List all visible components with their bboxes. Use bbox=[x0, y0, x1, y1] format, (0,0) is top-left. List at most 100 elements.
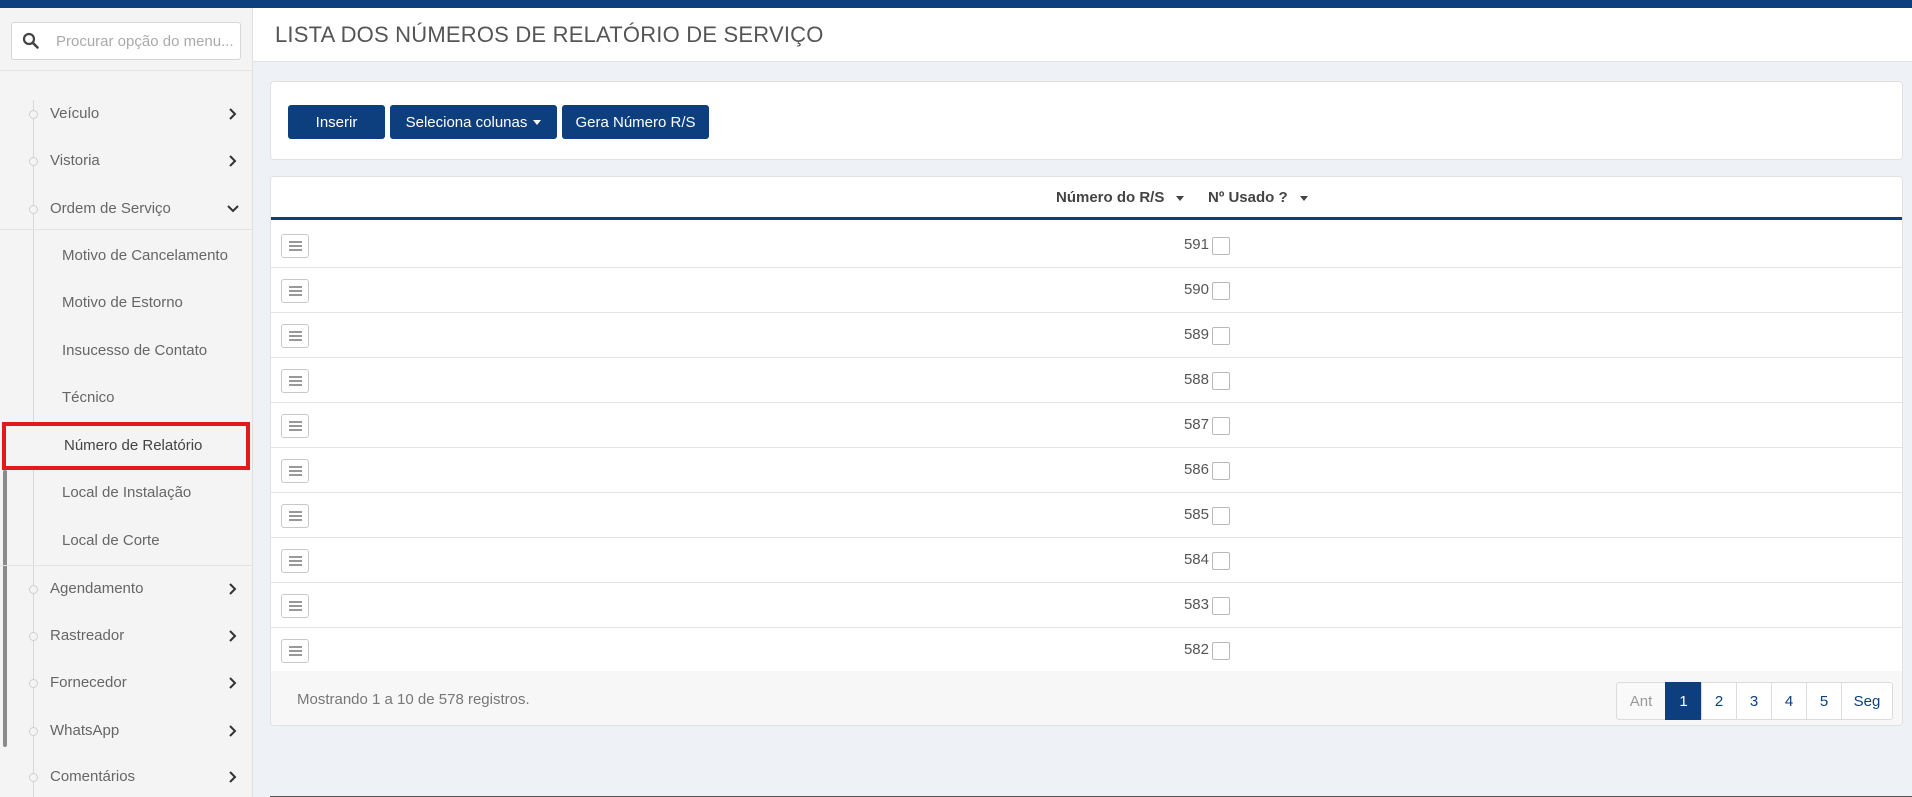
menu-bar bbox=[289, 654, 302, 656]
menu-bar bbox=[289, 564, 302, 566]
chevron-right-icon bbox=[229, 155, 237, 167]
menu-bar bbox=[289, 376, 302, 378]
sidebar-item-vistoria[interactable]: Vistoria bbox=[0, 141, 253, 181]
sidebar-subitem-motivo-cancelamento[interactable]: Motivo de Cancelamento bbox=[0, 236, 253, 276]
sidebar-subitem-label: Motivo de Cancelamento bbox=[62, 247, 228, 264]
sidebar-item-comentarios[interactable]: Comentários bbox=[0, 757, 253, 797]
menu-search[interactable] bbox=[11, 22, 241, 60]
pagination-next[interactable]: Seg bbox=[1841, 682, 1893, 720]
row-menu-icon[interactable] bbox=[281, 594, 309, 618]
used-checkbox[interactable] bbox=[1212, 642, 1230, 660]
pagination-page-5[interactable]: 5 bbox=[1806, 682, 1842, 720]
sort-caret-icon bbox=[1176, 195, 1185, 201]
sidebar: Veículo Vistoria Ordem de Serviço Motivo… bbox=[0, 8, 253, 797]
column-header-label: Número do R/S bbox=[1056, 189, 1165, 206]
row-menu-icon[interactable] bbox=[281, 369, 309, 393]
menu-bar bbox=[289, 286, 302, 288]
column-header-used[interactable]: Nº Usado ? bbox=[1208, 189, 1308, 206]
used-checkbox[interactable] bbox=[1212, 237, 1230, 255]
used-checkbox[interactable] bbox=[1212, 372, 1230, 390]
tree-node-dot bbox=[29, 679, 38, 688]
sidebar-item-fornecedor[interactable]: Fornecedor bbox=[0, 663, 253, 703]
chevron-right-icon bbox=[229, 725, 237, 737]
chevron-right-icon bbox=[229, 677, 237, 689]
pagination-page-1[interactable]: 1 bbox=[1665, 682, 1702, 720]
cell-number: 589 bbox=[1183, 326, 1209, 343]
cell-number: 590 bbox=[1183, 281, 1209, 298]
select-columns-button[interactable]: Seleciona colunas bbox=[390, 105, 557, 139]
used-checkbox[interactable] bbox=[1212, 462, 1230, 480]
row-menu-icon[interactable] bbox=[281, 324, 309, 348]
tree-node-dot bbox=[29, 773, 38, 782]
menu-bar bbox=[289, 650, 302, 652]
group-divider bbox=[0, 229, 253, 230]
menu-bar bbox=[289, 294, 302, 296]
menu-bar bbox=[289, 470, 302, 472]
menu-bar bbox=[289, 429, 302, 431]
menu-bar bbox=[289, 331, 302, 333]
menu-bar bbox=[289, 249, 302, 251]
used-checkbox[interactable] bbox=[1212, 417, 1230, 435]
menu-bar bbox=[289, 474, 302, 476]
cell-number: 585 bbox=[1183, 506, 1209, 523]
sidebar-item-veiculo[interactable]: Veículo bbox=[0, 94, 253, 134]
sidebar-subitem-local-instalacao[interactable]: Local de Instalação bbox=[0, 473, 253, 513]
sidebar-item-ordem-de-servico[interactable]: Ordem de Serviço bbox=[0, 189, 253, 229]
insert-button[interactable]: Inserir bbox=[288, 105, 385, 139]
sidebar-item-agendamento[interactable]: Agendamento bbox=[0, 569, 253, 609]
menu-bar bbox=[289, 335, 302, 337]
group-divider bbox=[0, 565, 253, 566]
sidebar-subitem-insucesso-contato[interactable]: Insucesso de Contato bbox=[0, 331, 253, 371]
cell-number: 588 bbox=[1183, 371, 1209, 388]
sidebar-item-label: WhatsApp bbox=[50, 722, 120, 739]
sidebar-item-rastreador[interactable]: Rastreador bbox=[0, 616, 253, 656]
sidebar-item-label: Vistoria bbox=[50, 152, 100, 169]
sidebar-subitem-tecnico[interactable]: Técnico bbox=[0, 378, 253, 418]
menu-bar bbox=[289, 466, 302, 468]
sidebar-divider bbox=[0, 70, 253, 71]
sidebar-subitem-label: Motivo de Estorno bbox=[62, 294, 183, 311]
cell-number: 587 bbox=[1183, 416, 1209, 433]
pagination-prev[interactable]: Ant bbox=[1616, 682, 1666, 720]
sidebar-item-label: Comentários bbox=[50, 768, 136, 785]
main-content: LISTA DOS NÚMEROS DE RELATÓRIO DE SERVIÇ… bbox=[253, 8, 1912, 797]
row-menu-icon[interactable] bbox=[281, 549, 309, 573]
row-menu-icon[interactable] bbox=[281, 414, 309, 438]
chevron-right-icon bbox=[229, 771, 237, 783]
page-header: LISTA DOS NÚMEROS DE RELATÓRIO DE SERVIÇ… bbox=[253, 8, 1912, 62]
pagination-page-3[interactable]: 3 bbox=[1736, 682, 1772, 720]
page-title: LISTA DOS NÚMEROS DE RELATÓRIO DE SERVIÇ… bbox=[275, 22, 824, 47]
row-menu-icon[interactable] bbox=[281, 279, 309, 303]
chevron-down-icon bbox=[227, 205, 239, 213]
top-accent-bar bbox=[0, 0, 1912, 8]
used-checkbox[interactable] bbox=[1212, 327, 1230, 345]
tree-node-dot bbox=[29, 585, 38, 594]
column-header-number[interactable]: Número do R/S bbox=[1056, 189, 1185, 206]
sidebar-subitem-label: Número de Relatório bbox=[64, 437, 203, 454]
search-icon bbox=[22, 32, 39, 49]
menu-search-input[interactable] bbox=[56, 27, 236, 55]
menu-bar bbox=[289, 605, 302, 607]
used-checkbox[interactable] bbox=[1212, 552, 1230, 570]
records-info: Mostrando 1 a 10 de 578 registros. bbox=[297, 691, 530, 708]
sidebar-subitem-local-corte[interactable]: Local de Corte bbox=[0, 521, 253, 561]
used-checkbox[interactable] bbox=[1212, 507, 1230, 525]
menu-bar bbox=[289, 556, 302, 558]
used-checkbox[interactable] bbox=[1212, 282, 1230, 300]
pagination-page-4[interactable]: 4 bbox=[1771, 682, 1807, 720]
sidebar-subitem-label: Insucesso de Contato bbox=[62, 342, 208, 359]
column-header-label: Nº Usado ? bbox=[1208, 189, 1288, 206]
used-checkbox[interactable] bbox=[1212, 597, 1230, 615]
sidebar-subitem-numero-relatorio[interactable]: Número de Relatório bbox=[2, 422, 250, 470]
pagination: Ant 1 2 3 4 5 Seg bbox=[1616, 682, 1893, 720]
row-menu-icon[interactable] bbox=[281, 504, 309, 528]
cell-number: 583 bbox=[1183, 596, 1209, 613]
pagination-page-2[interactable]: 2 bbox=[1701, 682, 1737, 720]
row-menu-icon[interactable] bbox=[281, 234, 309, 258]
table-row: 585 bbox=[271, 493, 1902, 538]
sidebar-subitem-motivo-estorno[interactable]: Motivo de Estorno bbox=[0, 283, 253, 323]
row-menu-icon[interactable] bbox=[281, 459, 309, 483]
generate-number-button[interactable]: Gera Número R/S bbox=[562, 105, 709, 139]
sidebar-item-whatsapp[interactable]: WhatsApp bbox=[0, 711, 253, 751]
row-menu-icon[interactable] bbox=[281, 639, 309, 663]
